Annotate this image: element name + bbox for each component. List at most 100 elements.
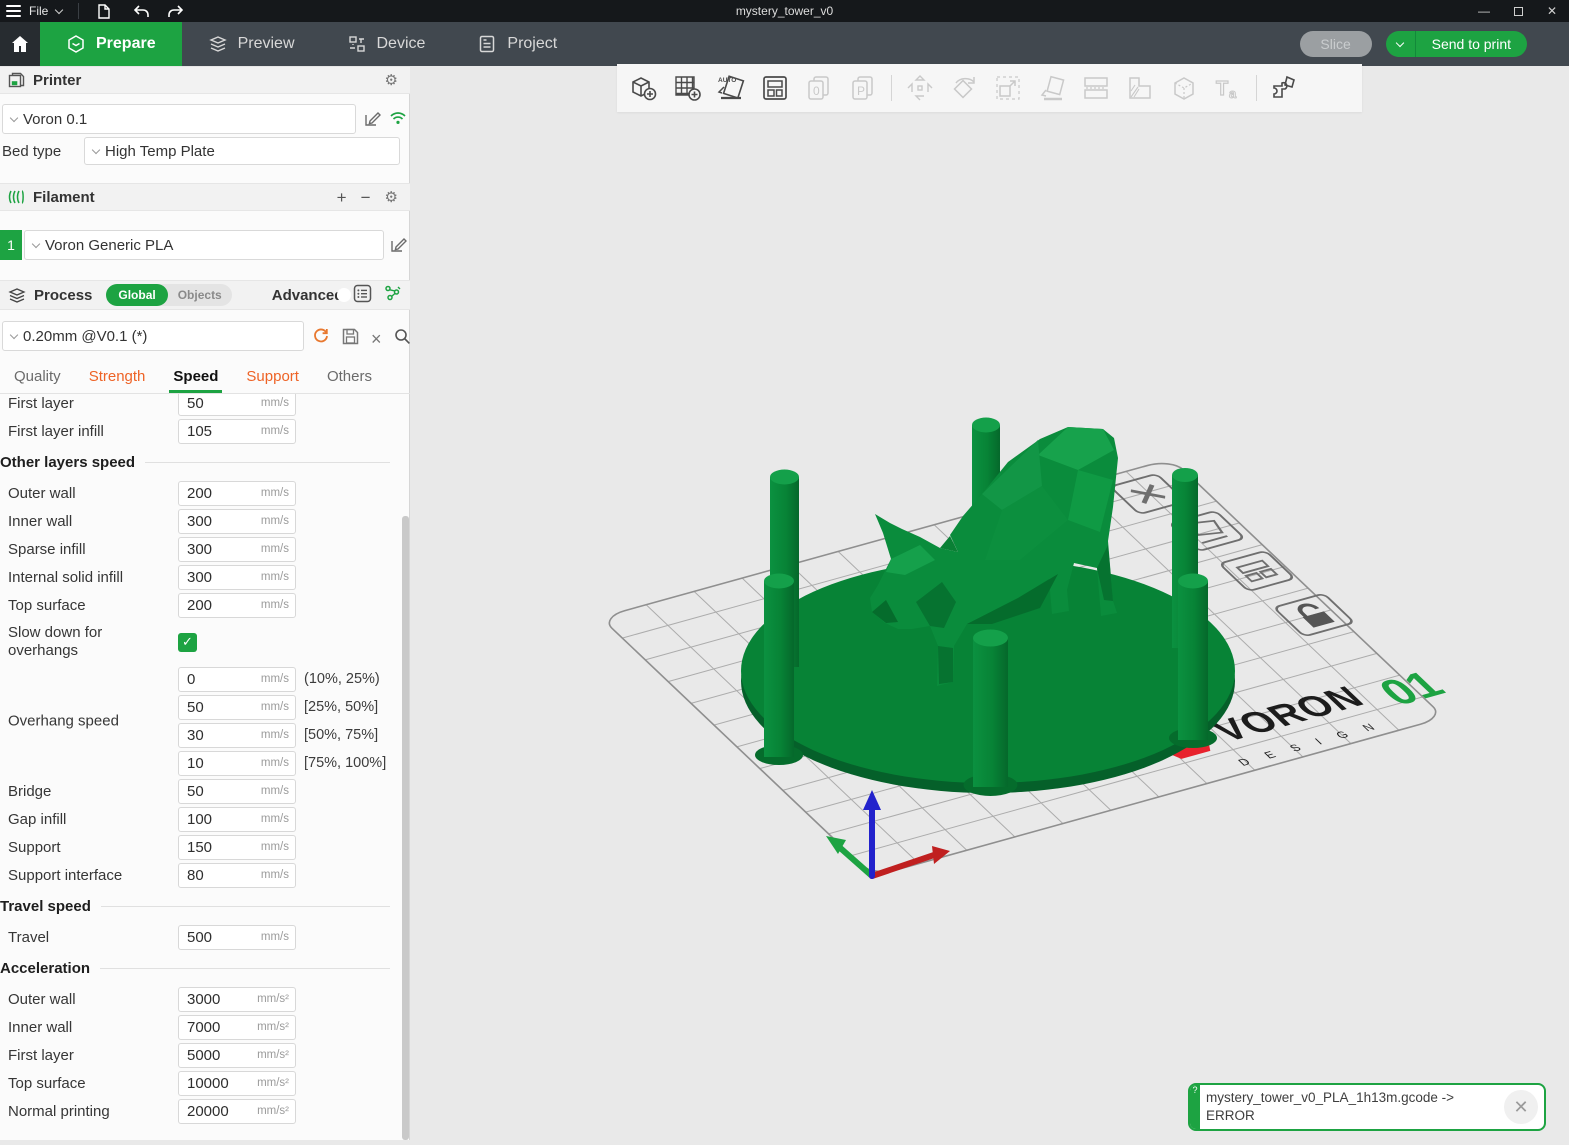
variable-layer-height-icon[interactable] bbox=[1118, 66, 1162, 110]
remove-filament-button[interactable]: − bbox=[361, 189, 371, 206]
value-input[interactable]: 300mm/s bbox=[178, 509, 296, 534]
value-input[interactable]: 50mm/s bbox=[178, 394, 296, 416]
send-options-button[interactable] bbox=[1386, 31, 1416, 57]
value-input[interactable]: 10mm/s bbox=[178, 751, 296, 776]
parameter-table-icon[interactable] bbox=[384, 284, 402, 306]
toast-close-icon[interactable]: ✕ bbox=[1504, 1090, 1538, 1124]
tab-prepare[interactable]: Prepare bbox=[40, 22, 182, 66]
redo-icon[interactable] bbox=[167, 3, 183, 19]
tab-device[interactable]: Device bbox=[321, 22, 452, 66]
sidebar-panel: Printer ⚙ Voron 0.1 Bed type High Temp P… bbox=[0, 66, 410, 1140]
svg-text:P: P bbox=[857, 84, 865, 98]
save-profile-icon[interactable] bbox=[342, 328, 359, 350]
mesh-boolean-icon[interactable] bbox=[1162, 66, 1206, 110]
value-input[interactable]: 150mm/s bbox=[178, 835, 296, 860]
move-icon[interactable] bbox=[898, 66, 942, 110]
file-menu-chevron-icon[interactable] bbox=[55, 5, 63, 13]
paste-gcode-icon[interactable]: P bbox=[841, 66, 885, 110]
add-model-icon[interactable] bbox=[621, 66, 665, 110]
value-input[interactable]: 50mm/s bbox=[178, 779, 296, 804]
value-input[interactable]: 105mm/s bbox=[178, 419, 296, 444]
value-input[interactable]: 0mm/s bbox=[178, 667, 296, 692]
printer-settings-icon[interactable]: ⚙ bbox=[385, 73, 398, 88]
setting-row: Inner wall300mm/s bbox=[0, 507, 400, 535]
filament-heading: Filament bbox=[33, 189, 95, 206]
value-input[interactable]: 20000mm/s² bbox=[178, 1099, 296, 1124]
value-input[interactable]: 10000mm/s² bbox=[178, 1071, 296, 1096]
add-filament-button[interactable]: + bbox=[337, 189, 347, 206]
process-profile-select[interactable]: 0.20mm @V0.1 (*) bbox=[2, 321, 304, 351]
scope-global[interactable]: Global bbox=[106, 284, 167, 306]
setting-row: Bridge50mm/s bbox=[0, 777, 400, 805]
delete-profile-icon[interactable]: × bbox=[371, 330, 382, 348]
process-list-icon[interactable] bbox=[353, 284, 372, 307]
setting-row: First layer infill105mm/s bbox=[0, 417, 400, 445]
rotate-icon[interactable] bbox=[942, 66, 986, 110]
viewport-toolbar: AUTO 0 P Ta bbox=[617, 64, 1362, 112]
maximize-button[interactable] bbox=[1501, 0, 1535, 22]
value-input[interactable]: 80mm/s bbox=[178, 863, 296, 888]
lay-on-face-icon[interactable] bbox=[1030, 66, 1074, 110]
edit-filament-icon[interactable] bbox=[390, 236, 408, 254]
value-input[interactable]: 300mm/s bbox=[178, 537, 296, 562]
divider bbox=[78, 3, 79, 19]
filament-settings-icon[interactable]: ⚙ bbox=[385, 190, 398, 205]
value-input[interactable]: 50mm/s bbox=[178, 695, 296, 720]
bed-type-select[interactable]: High Temp Plate bbox=[84, 137, 400, 165]
settings-scrollbar[interactable] bbox=[402, 394, 409, 1140]
overhang-checkbox[interactable]: ✓ bbox=[178, 633, 197, 652]
setting-row: First layer50mm/s bbox=[0, 394, 400, 417]
edit-printer-icon[interactable] bbox=[364, 110, 382, 128]
tab-preview[interactable]: Preview bbox=[182, 22, 321, 66]
slice-button[interactable]: Slice bbox=[1300, 31, 1372, 57]
scale-icon[interactable] bbox=[986, 66, 1030, 110]
setting-row: Inner wall7000mm/s² bbox=[0, 1013, 400, 1041]
send-to-print-button[interactable]: Send to print bbox=[1416, 31, 1527, 57]
add-plate-icon[interactable] bbox=[665, 66, 709, 110]
arrange-icon[interactable] bbox=[753, 66, 797, 110]
filament-slot-badge: 1 bbox=[0, 230, 22, 260]
viewport-3d[interactable]: VORON D E S I G N 01 bbox=[411, 66, 1569, 1140]
process-tab-strength[interactable]: Strength bbox=[75, 362, 160, 391]
file-menu[interactable]: File bbox=[29, 4, 48, 18]
tab-project[interactable]: Project bbox=[451, 22, 583, 66]
split-icon[interactable] bbox=[1074, 66, 1118, 110]
value-input[interactable]: 5000mm/s² bbox=[178, 1043, 296, 1068]
filament-select[interactable]: Voron Generic PLA bbox=[24, 230, 384, 260]
printer-select[interactable]: Voron 0.1 bbox=[2, 104, 356, 134]
scope-objects[interactable]: Objects bbox=[168, 288, 232, 302]
value-input[interactable]: 500mm/s bbox=[178, 925, 296, 950]
process-scope-toggle[interactable]: Global Objects bbox=[106, 284, 231, 306]
lock-plate-icon[interactable] bbox=[1274, 594, 1355, 637]
new-project-icon[interactable] bbox=[95, 3, 111, 19]
home-button[interactable] bbox=[0, 22, 40, 66]
minimize-button[interactable]: — bbox=[1467, 0, 1501, 22]
close-button[interactable]: ✕ bbox=[1535, 0, 1569, 22]
assembly-icon[interactable] bbox=[1263, 66, 1307, 110]
value-input[interactable]: 7000mm/s² bbox=[178, 1015, 296, 1040]
reset-profile-icon[interactable] bbox=[312, 327, 330, 350]
process-tab-speed[interactable]: Speed bbox=[159, 362, 232, 391]
process-tab-support[interactable]: Support bbox=[232, 362, 313, 391]
text-tool-icon[interactable]: Ta bbox=[1206, 66, 1250, 110]
setting-row: Support interface80mm/s bbox=[0, 861, 400, 889]
wifi-icon[interactable] bbox=[389, 110, 407, 128]
value-input[interactable]: 100mm/s bbox=[178, 807, 296, 832]
process-tab-quality[interactable]: Quality bbox=[0, 362, 75, 391]
value-input[interactable]: 200mm/s bbox=[178, 481, 296, 506]
scene-3d: VORON D E S I G N 01 bbox=[411, 66, 1569, 1140]
scrollbar-thumb[interactable] bbox=[402, 516, 409, 1140]
send-group: Send to print bbox=[1386, 31, 1527, 57]
section-header: Travel speed bbox=[0, 889, 400, 923]
auto-orient-icon[interactable]: AUTO bbox=[709, 66, 753, 110]
value-input[interactable]: 30mm/s bbox=[178, 723, 296, 748]
undo-icon[interactable] bbox=[133, 3, 149, 19]
notification-toast: ? mystery_tower_v0_PLA_1h13m.gcode -> ER… bbox=[1188, 1083, 1546, 1131]
search-profile-icon[interactable] bbox=[394, 328, 411, 350]
value-input[interactable]: 200mm/s bbox=[178, 593, 296, 618]
import-gcode-icon[interactable]: 0 bbox=[797, 66, 841, 110]
process-tab-others[interactable]: Others bbox=[313, 362, 386, 391]
value-input[interactable]: 300mm/s bbox=[178, 565, 296, 590]
menu-icon[interactable] bbox=[6, 5, 21, 17]
value-input[interactable]: 3000mm/s² bbox=[178, 987, 296, 1012]
